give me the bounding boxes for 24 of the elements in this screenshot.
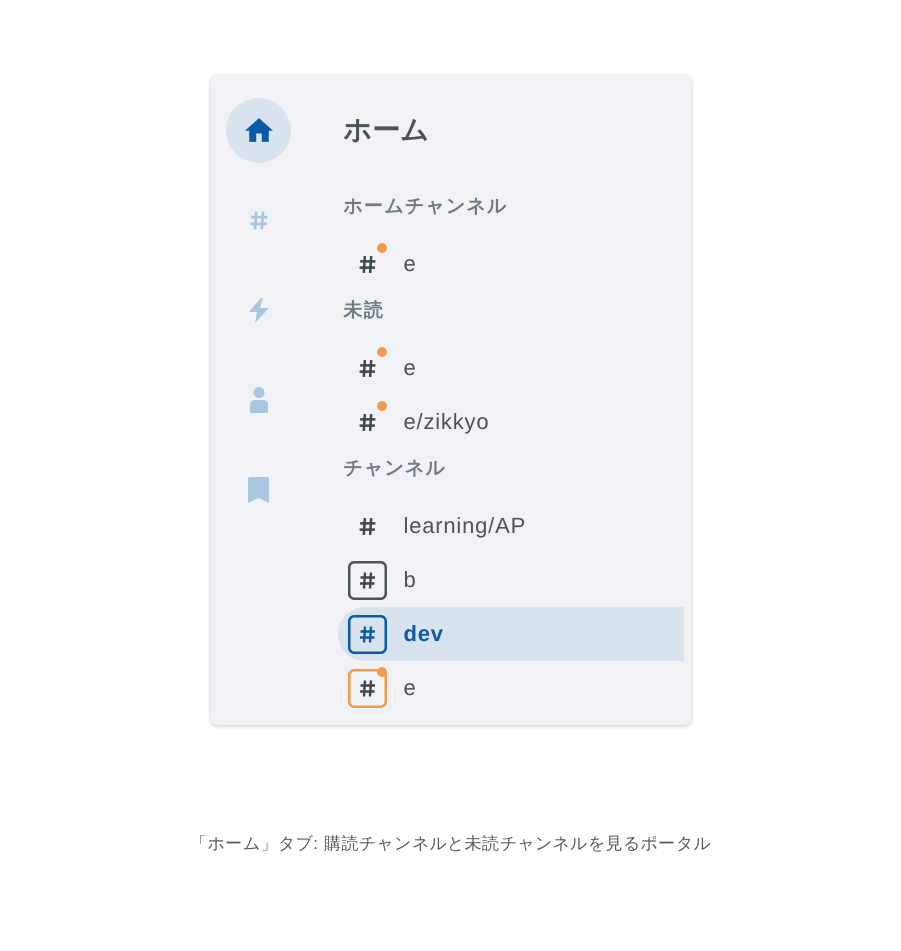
panel-title: ホーム: [342, 113, 430, 147]
channel-item[interactable]: e: [338, 661, 684, 715]
section-heading: ホームチャンネル: [344, 195, 508, 219]
channel-item[interactable]: e/zikkyo: [338, 395, 684, 449]
channel-item[interactable]: dev: [338, 607, 684, 661]
hash-icon: [358, 358, 376, 378]
section-heading: チャンネル: [344, 457, 446, 481]
channel-item[interactable]: e: [338, 341, 684, 395]
lightning-icon: [248, 298, 270, 322]
home-icon: [244, 117, 272, 143]
framed-hash-icon: [348, 668, 386, 708]
caption: 「ホーム」タブ: 購読チャンネルと未読チャンネルを見るポータル: [190, 834, 712, 854]
channel-item[interactable]: b: [338, 553, 684, 607]
section-heading: 未読: [344, 299, 384, 323]
framed-hash-icon: [348, 560, 386, 600]
hash-icon: [358, 516, 376, 536]
hash-icon: [250, 210, 268, 230]
hash-icon: [358, 254, 376, 274]
framed-hash-icon: [348, 614, 386, 654]
hash-icon: [358, 412, 376, 432]
channel-item[interactable]: learning/AP: [338, 499, 684, 553]
bookmark-icon: [248, 477, 269, 503]
channel-item[interactable]: e: [338, 237, 684, 291]
person-icon: [250, 387, 268, 413]
